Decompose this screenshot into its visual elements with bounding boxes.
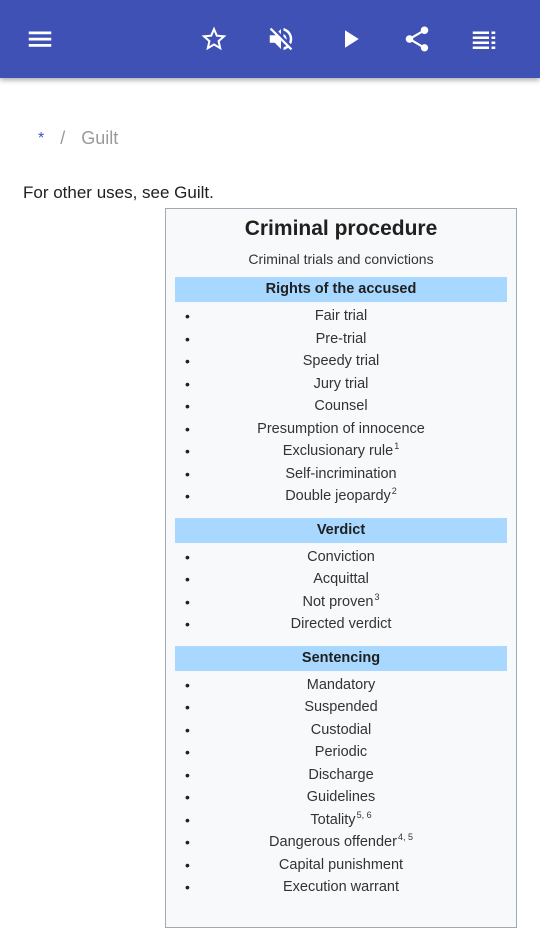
breadcrumb-separator: / [60, 128, 66, 148]
list-item: Capital punishment [166, 854, 516, 877]
list-item: Discharge [166, 764, 516, 787]
menu-icon[interactable] [20, 19, 60, 59]
infobox-section-heading: Sentencing [175, 645, 507, 671]
infobox-title: Criminal procedure [244, 217, 438, 240]
infobox-section-list: Fair trial Pre-trial Speedy trial Jury tria… [166, 305, 516, 508]
infobox-link[interactable]: Mandatory [307, 677, 376, 693]
list-item: Directed verdict [166, 613, 516, 636]
infobox-link[interactable]: Discharge [308, 767, 373, 783]
breadcrumb-current: Guilt [81, 128, 119, 148]
infobox-link[interactable]: Guidelines [307, 789, 376, 805]
list-item: Suspended [166, 696, 516, 719]
infobox: Criminal procedure Criminal trials and c… [165, 208, 517, 928]
infobox-link[interactable]: Not proven [303, 594, 374, 610]
infobox-link[interactable]: Exclusionary rule [283, 443, 393, 459]
list-item: Fair trial [166, 305, 516, 328]
infobox-subtitle: Criminal trials and convictions [248, 251, 434, 267]
list-item: Guidelines [166, 786, 516, 809]
footnote-reference[interactable]: 5, 6 [357, 810, 372, 820]
list-item: Dangerous offender4, 5 [166, 831, 516, 854]
infobox-link[interactable]: Counsel [314, 398, 367, 414]
infobox-link[interactable]: Double jeopardy [285, 488, 391, 504]
infobox-section-list: Mandatory Suspended Custodial Periodic Disch… [166, 674, 516, 899]
play-icon[interactable] [330, 19, 370, 59]
infobox-sections: Rights of the accused Fair trial Pre-trial… [166, 277, 516, 899]
list-item: Speedy trial [166, 350, 516, 373]
hatnote: For other uses, see Guilt. [23, 183, 214, 202]
list-item: Double jeopardy2 [166, 485, 516, 508]
list-icon[interactable] [464, 19, 504, 59]
infobox-section-heading: Rights of the accused [175, 277, 507, 302]
infobox-link[interactable]: Totality [310, 812, 355, 828]
list-item: Totality5, 6 [166, 809, 516, 832]
list-item: Not proven3 [166, 591, 516, 614]
infobox-link[interactable]: Suspended [304, 699, 377, 715]
infobox-link[interactable]: Directed verdict [291, 616, 392, 632]
infobox-section-heading: Verdict [175, 517, 507, 543]
footnote-reference[interactable]: 3 [374, 592, 379, 602]
footnote-reference[interactable]: 1 [394, 441, 399, 451]
infobox-link[interactable]: Periodic [315, 744, 367, 760]
infobox-link[interactable]: Custodial [311, 722, 371, 738]
list-item: Self-incrimination [166, 463, 516, 486]
list-item: Execution warrant [166, 876, 516, 899]
footnote-reference[interactable]: 2 [392, 486, 397, 496]
share-icon[interactable] [397, 19, 437, 59]
infobox-link[interactable]: Conviction [307, 549, 375, 565]
footnote-reference[interactable]: 4, 5 [398, 832, 413, 842]
infobox-link[interactable]: Acquittal [313, 571, 369, 587]
infobox-link[interactable]: Presumption of innocence [257, 421, 425, 437]
list-item: Exclusionary rule1 [166, 440, 516, 463]
infobox-link[interactable]: Self-incrimination [285, 466, 396, 482]
list-item: Jury trial [166, 373, 516, 396]
breadcrumb-home-link[interactable]: * [38, 130, 44, 148]
list-item: Counsel [166, 395, 516, 418]
infobox-link[interactable]: Capital punishment [279, 857, 403, 873]
infobox-link[interactable]: Pre-trial [316, 331, 367, 347]
infobox-link[interactable]: Speedy trial [303, 353, 380, 369]
list-item: Mandatory [166, 674, 516, 697]
breadcrumb: * / Guilt [38, 128, 118, 149]
star-icon[interactable] [194, 19, 234, 59]
list-item: Presumption of innocence [166, 418, 516, 441]
list-item: Acquittal [166, 568, 516, 591]
list-item: Pre-trial [166, 328, 516, 351]
list-item: Custodial [166, 719, 516, 742]
infobox-link[interactable]: Execution warrant [283, 879, 399, 895]
infobox-link[interactable]: Dangerous offender [269, 834, 397, 850]
infobox-link[interactable]: Jury trial [314, 376, 369, 392]
infobox-link[interactable]: Fair trial [315, 308, 367, 324]
app-bar [0, 0, 540, 78]
list-item: Conviction [166, 546, 516, 569]
volume-off-icon[interactable] [261, 19, 301, 59]
list-item: Periodic [166, 741, 516, 764]
infobox-section-list: Conviction Acquittal Not proven3 Directed v… [166, 546, 516, 636]
